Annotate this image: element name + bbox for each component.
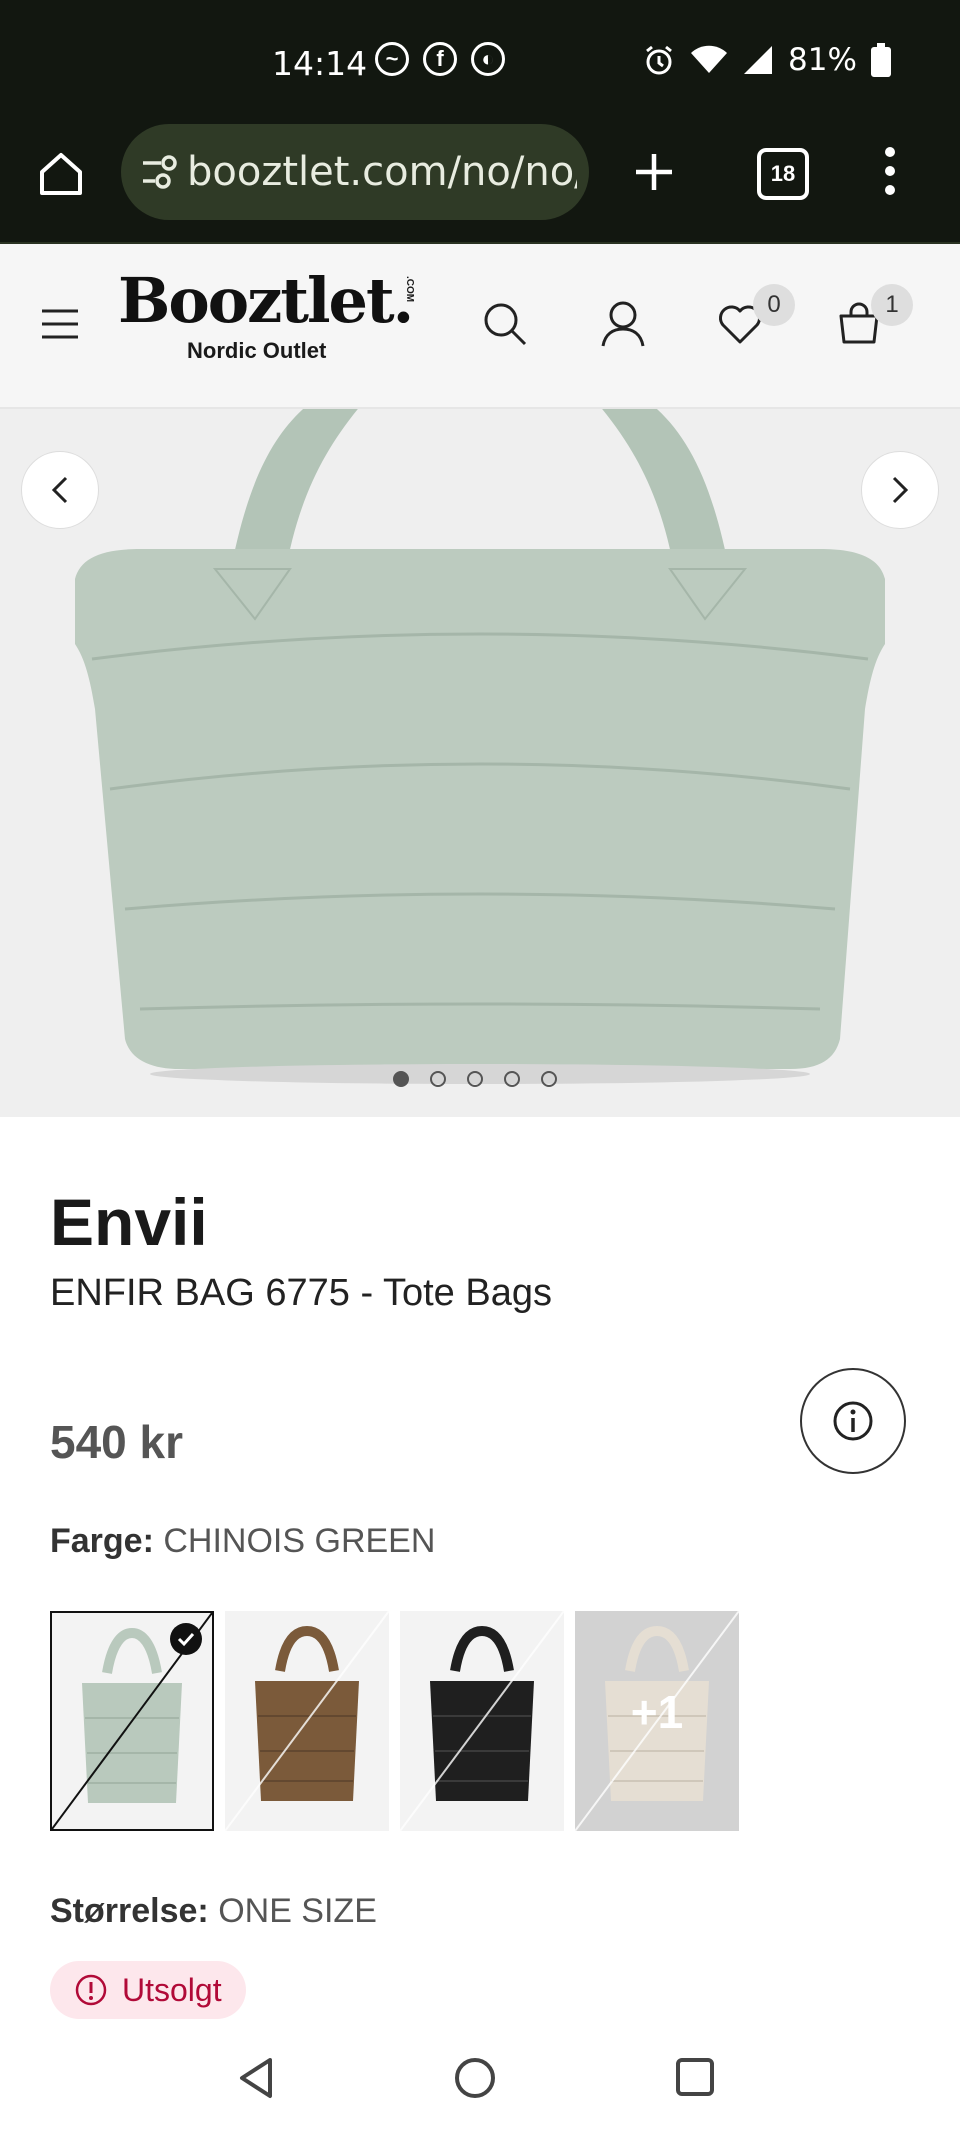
search-icon[interactable] [482,300,528,348]
cart-count-badge: 1 [871,284,913,326]
system-navigation-bar [0,2030,960,2133]
gallery-prev-button[interactable] [21,451,99,529]
gallery-dot[interactable] [430,1071,446,1087]
gallery-dot[interactable] [393,1071,409,1087]
size-label: Størrelse: [50,1892,209,1930]
color-swatch-more[interactable]: +1 [575,1611,739,1831]
gallery-next-button[interactable] [861,451,939,529]
tab-switcher-button[interactable]: 18 [757,148,809,200]
booztlet-logo[interactable]: Booztlet. .COM Nordic Outlet [118,264,415,364]
gallery-dot[interactable] [504,1071,520,1087]
account-icon[interactable] [600,300,646,348]
signal-icon [744,46,772,74]
logo-tagline: Nordic Outlet [187,338,327,363]
new-tab-icon[interactable] [632,150,676,194]
gallery-dot[interactable] [541,1071,557,1087]
color-swatches: +1 [50,1611,739,1831]
cart-count: 1 [885,291,899,318]
facebook-icon: f [423,42,457,76]
stock-status: Utsolgt [122,1971,222,2008]
chevron-right-icon [892,476,909,504]
color-selection-label: Farge: CHINOIS GREEN [50,1522,435,1561]
battery-percent: 81% [788,42,857,78]
info-icon [833,1401,873,1441]
recents-icon[interactable] [674,2056,716,2098]
wishlist-count: 0 [767,291,781,318]
gallery-dot[interactable] [467,1071,483,1087]
messenger-icon: ~ [375,42,409,76]
back-icon[interactable] [236,2056,276,2100]
status-bar: 14:14 ~ f ◐ 81% [0,0,960,124]
site-settings-icon[interactable] [141,154,181,190]
color-label: Farge: [50,1522,154,1560]
sold-out-badge: Utsolgt [50,1961,246,2019]
menu-icon[interactable] [40,308,80,340]
price-info-button[interactable] [800,1368,906,1474]
product-name: ENFIR BAG 6775 - Tote Bags [50,1272,552,1314]
url-text: booztlet.com/no/no/ [187,149,577,195]
color-value: CHINOIS GREEN [163,1522,436,1560]
logo-wordmark: Booztlet. [118,264,414,337]
color-swatch-chinois-green[interactable] [50,1611,214,1831]
battery-icon [870,43,891,77]
site-header: Booztlet. .COM Nordic Outlet 0 1 [0,244,960,409]
wishlist-count-badge: 0 [753,284,795,326]
product-image [75,409,885,1084]
gallery-pagination [393,1071,557,1087]
wifi-icon [691,45,727,73]
product-image-gallery[interactable] [0,409,960,1117]
more-colors-count: +1 [630,1686,684,1738]
product-brand[interactable]: Envii [50,1184,208,1260]
more-options-icon[interactable] [884,146,896,196]
chevron-left-icon [51,476,68,504]
alarm-icon [646,45,672,75]
swatch-bag-image [400,1611,564,1831]
home-icon[interactable] [36,148,86,198]
home-nav-icon[interactable] [453,2056,497,2100]
browser-toolbar: booztlet.com/no/no/ 18 [0,124,960,244]
size-selection-label: Størrelse: ONE SIZE [50,1892,377,1931]
product-price: 540 kr [50,1416,184,1468]
notification-icons: ~ f ◐ [375,42,505,76]
selected-check-icon [170,1623,202,1655]
alert-icon [75,1974,107,2006]
color-swatch-brown[interactable] [225,1611,389,1831]
color-swatch-black[interactable] [400,1611,564,1831]
status-time: 14:14 [272,44,368,83]
address-bar[interactable]: booztlet.com/no/no/ [121,124,589,220]
swatch-bag-image [225,1611,389,1831]
size-value: ONE SIZE [218,1892,377,1930]
system-status: 81% [642,42,891,78]
tab-count: 18 [770,161,796,186]
app-notification-icon: ◐ [471,42,505,76]
logo-com: .COM [404,276,415,303]
